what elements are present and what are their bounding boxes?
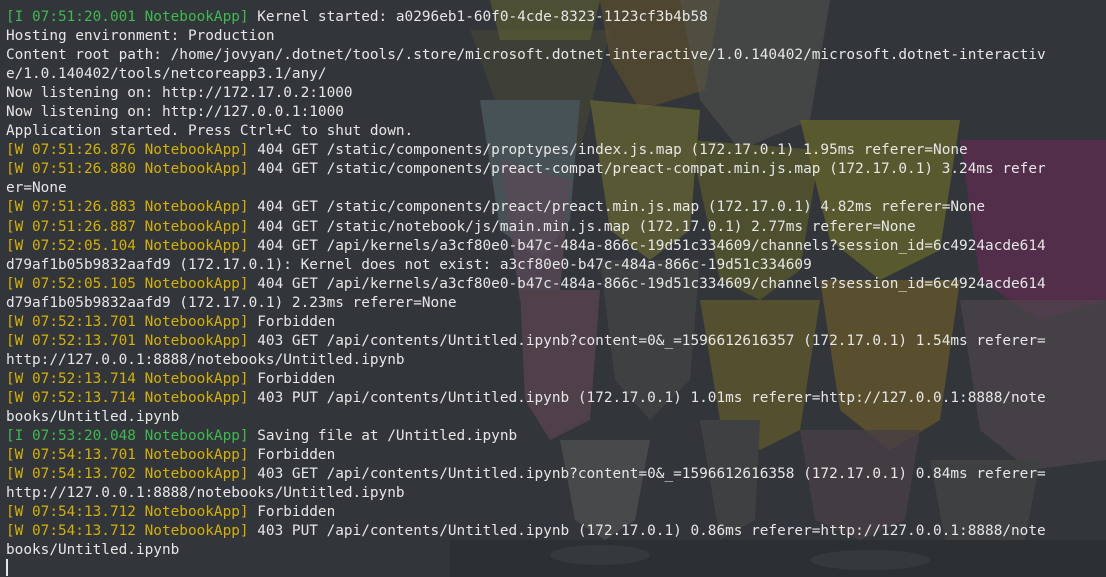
log-line: http://127.0.0.1:8888/notebooks/Untitled…: [6, 484, 1100, 503]
log-line: [W 07:51:26.887 NotebookApp] 404 GET /st…: [6, 218, 1100, 237]
log-line: Application started. Press Ctrl+C to shu…: [6, 122, 1100, 141]
warning-log-prefix: [W 07:52:13.714 NotebookApp]: [6, 389, 249, 406]
log-line: [W 07:52:13.714 NotebookApp] Forbidden: [6, 370, 1100, 389]
log-line: Hosting environment: Production: [6, 27, 1100, 46]
log-line: [W 07:52:05.105 NotebookApp] 404 GET /ap…: [6, 275, 1100, 294]
warning-log-prefix: [W 07:52:05.105 NotebookApp]: [6, 275, 249, 292]
log-line: Now listening on: http://127.0.0.1:1000: [6, 103, 1100, 122]
log-line: books/Untitled.ipynb: [6, 541, 1100, 560]
warning-log-prefix: [W 07:54:13.702 NotebookApp]: [6, 466, 249, 483]
log-line: e/1.0.140402/tools/netcoreapp3.1/any/: [6, 65, 1100, 84]
log-line: [W 07:52:05.104 NotebookApp] 404 GET /ap…: [6, 237, 1100, 256]
log-message: http://127.0.0.1:8888/notebooks/Untitled…: [6, 351, 405, 368]
log-line: [W 07:51:26.880 NotebookApp] 404 GET /st…: [6, 160, 1100, 179]
log-message: http://127.0.0.1:8888/notebooks/Untitled…: [6, 485, 405, 502]
log-message: d79af1b05b9832aafd9 (172.17.0.1): Kernel…: [6, 256, 812, 273]
log-message: Forbidden: [248, 370, 336, 387]
log-message: 404 GET /api/kernels/a3cf80e0-b47c-484a-…: [248, 275, 1046, 292]
log-message: Kernel started: a0296eb1-60f0-4cde-8323-…: [248, 9, 708, 25]
log-message: Saving file at /Untitled.ipynb: [248, 428, 518, 445]
log-line: [W 07:52:13.701 NotebookApp] 403 GET /ap…: [6, 332, 1100, 351]
warning-log-prefix: [W 07:51:26.876 NotebookApp]: [6, 142, 249, 159]
log-line: [W 07:54:13.712 NotebookApp] 403 PUT /ap…: [6, 522, 1100, 541]
log-line: Now listening on: http://172.17.0.2:1000: [6, 84, 1100, 103]
log-message: 404 GET /static/components/preact/preact…: [248, 199, 986, 216]
text-cursor: [6, 559, 8, 576]
log-message: Forbidden: [248, 313, 336, 330]
warning-log-prefix: [W 07:54:13.712 NotebookApp]: [6, 504, 249, 521]
warning-log-prefix: [W 07:51:26.887 NotebookApp]: [6, 218, 249, 235]
warning-log-prefix: [W 07:51:26.883 NotebookApp]: [6, 199, 249, 216]
log-line: http://127.0.0.1:8888/notebooks/Untitled…: [6, 351, 1100, 370]
log-message: Content root path: /home/jovyan/.dotnet/…: [6, 47, 1046, 64]
warning-log-prefix: [W 07:52:05.104 NotebookApp]: [6, 237, 249, 254]
log-message: e/1.0.140402/tools/netcoreapp3.1/any/: [6, 66, 327, 83]
log-message: 403 PUT /api/contents/Untitled.ipynb (17…: [248, 523, 1046, 540]
log-line: books/Untitled.ipynb: [6, 408, 1100, 427]
log-line: d79af1b05b9832aafd9 (172.17.0.1) 2.23ms …: [6, 294, 1100, 313]
log-message: 403 GET /api/contents/Untitled.ipynb?con…: [248, 332, 1046, 349]
log-line: [W 07:54:13.702 NotebookApp] 403 GET /ap…: [6, 465, 1100, 484]
log-message: Forbidden: [248, 447, 336, 464]
warning-log-prefix: [W 07:52:13.701 NotebookApp]: [6, 332, 249, 349]
log-line: [W 07:52:13.701 NotebookApp] Forbidden: [6, 313, 1100, 332]
log-message: Application started. Press Ctrl+C to shu…: [6, 123, 414, 140]
log-line: [W 07:51:26.876 NotebookApp] 404 GET /st…: [6, 141, 1100, 160]
info-log-prefix: [I 07:51:20.001 NotebookApp]: [6, 9, 249, 25]
info-log-prefix: [I 07:53:20.048 NotebookApp]: [6, 428, 249, 445]
warning-log-prefix: [W 07:54:13.712 NotebookApp]: [6, 523, 249, 540]
log-line: [W 07:54:13.701 NotebookApp] Forbidden: [6, 446, 1100, 465]
warning-log-prefix: [W 07:54:13.701 NotebookApp]: [6, 447, 249, 464]
log-message: 404 GET /api/kernels/a3cf80e0-b47c-484a-…: [248, 237, 1046, 254]
log-message: 404 GET /static/components/proptypes/ind…: [248, 142, 968, 159]
log-line: [I 07:51:20.001 NotebookApp] Kernel star…: [6, 8, 1100, 27]
log-message: er=None: [6, 180, 67, 197]
log-message: Forbidden: [248, 504, 336, 521]
log-line: d79af1b05b9832aafd9 (172.17.0.1): Kernel…: [6, 256, 1100, 275]
terminal-output[interactable]: [I 07:51:20.001 NotebookApp] Kernel star…: [6, 8, 1100, 560]
log-line: [W 07:52:13.714 NotebookApp] 403 PUT /ap…: [6, 389, 1100, 408]
log-message: Hosting environment: Production: [6, 28, 275, 45]
log-message: books/Untitled.ipynb: [6, 408, 180, 425]
log-message: 403 GET /api/contents/Untitled.ipynb?con…: [248, 466, 1046, 483]
log-message: Now listening on: http://127.0.0.1:1000: [6, 104, 344, 121]
log-message: 404 GET /static/notebook/js/main.min.js.…: [248, 218, 916, 235]
log-line: [I 07:53:20.048 NotebookApp] Saving file…: [6, 427, 1100, 446]
log-message: Now listening on: http://172.17.0.2:1000: [6, 85, 353, 102]
log-message: d79af1b05b9832aafd9 (172.17.0.1) 2.23ms …: [6, 294, 457, 311]
log-line: [W 07:51:26.883 NotebookApp] 404 GET /st…: [6, 198, 1100, 217]
log-line: Content root path: /home/jovyan/.dotnet/…: [6, 46, 1100, 65]
log-message: books/Untitled.ipynb: [6, 542, 180, 559]
warning-log-prefix: [W 07:51:26.880 NotebookApp]: [6, 161, 249, 178]
log-message: 404 GET /static/components/preact-compat…: [248, 161, 1046, 178]
log-line: er=None: [6, 179, 1100, 198]
log-message: 403 PUT /api/contents/Untitled.ipynb (17…: [248, 389, 1046, 406]
log-line: [W 07:54:13.712 NotebookApp] Forbidden: [6, 503, 1100, 522]
warning-log-prefix: [W 07:52:13.701 NotebookApp]: [6, 313, 249, 330]
warning-log-prefix: [W 07:52:13.714 NotebookApp]: [6, 370, 249, 387]
